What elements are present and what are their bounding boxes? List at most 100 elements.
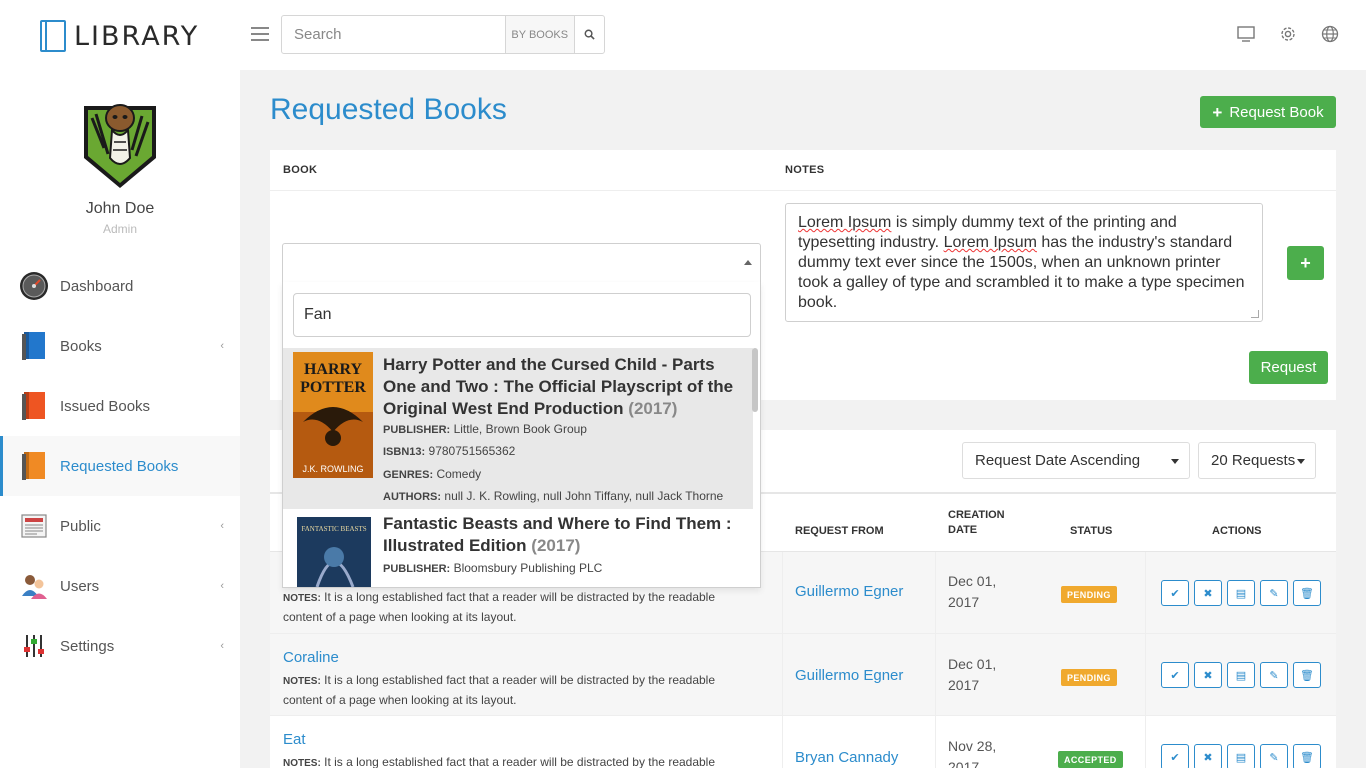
close-icon: ✖ — [1203, 751, 1213, 764]
sidebar-nav: Dashboard Books ‹ Issued Books Requested… — [0, 256, 240, 676]
header-request-from: REQUEST FROM — [795, 525, 884, 537]
table-row: Eat NOTES: It is a long established fact… — [270, 716, 1336, 768]
search-scope-button[interactable]: BY BOOKS — [505, 16, 574, 53]
book-select-dropdown: Fan HARRY POTTER J.K. ROWLING Harry Pott… — [282, 282, 761, 588]
accept-button[interactable]: ✔ — [1161, 662, 1189, 688]
book-icon: ▤ — [1235, 669, 1247, 682]
monitor-icon[interactable] — [1236, 24, 1256, 44]
option-authors: AUTHORS: null J. K. Rowling, null John T… — [383, 489, 724, 503]
sidebar-item-requested-books[interactable]: Requested Books — [0, 436, 240, 496]
dropdown-option[interactable]: HARRY POTTER J.K. ROWLING Harry Potter a… — [283, 348, 753, 509]
reject-button[interactable]: ✖ — [1194, 662, 1222, 688]
book-icon: ▤ — [1235, 751, 1247, 764]
issue-button[interactable]: ▤ — [1227, 662, 1255, 688]
plus-icon: + — [1300, 252, 1311, 273]
globe-icon[interactable] — [1320, 24, 1340, 44]
creation-date: Dec 01, 2017 — [948, 573, 997, 610]
trash-icon: 🗑 — [1300, 587, 1314, 600]
creation-date: Dec 01, 2017 — [948, 656, 997, 693]
svg-text:FANTASTIC BEASTS: FANTASTIC BEASTS — [301, 525, 366, 533]
sidebar-item-users[interactable]: Users ‹ — [0, 556, 240, 616]
caret-up-icon — [744, 260, 752, 265]
book-logo-icon — [40, 20, 66, 52]
option-title: Harry Potter and the Cursed Child - Part… — [383, 355, 734, 418]
red-book-icon — [19, 391, 49, 421]
book-notes: NOTES: It is a long established fact tha… — [283, 755, 716, 768]
book-cover-image: FANTASTIC BEASTS — [297, 517, 371, 587]
sidebar-item-label: Users — [60, 577, 100, 595]
gear-icon[interactable] — [1278, 24, 1298, 44]
search-button[interactable] — [573, 16, 604, 53]
top-bar: LIBRARY BY BOOKS — [0, 0, 1366, 70]
chevron-left-icon: ‹ — [220, 580, 224, 592]
trash-icon: 🗑 — [1300, 751, 1314, 764]
delete-button[interactable]: 🗑 — [1293, 744, 1321, 768]
sidebar-item-books[interactable]: Books ‹ — [0, 316, 240, 376]
sort-select-value: Request Date Ascending — [975, 452, 1141, 469]
accept-button[interactable]: ✔ — [1161, 580, 1189, 606]
request-book-button[interactable]: + Request Book — [1200, 96, 1336, 128]
delete-button[interactable]: 🗑 — [1293, 580, 1321, 606]
issue-button[interactable]: ▤ — [1227, 580, 1255, 606]
sidebar-item-label: Dashboard — [60, 277, 134, 295]
sidebar-item-label: Public — [60, 517, 101, 535]
book-select[interactable] — [282, 243, 761, 283]
add-button[interactable]: + — [1287, 246, 1324, 280]
sidebar-item-settings[interactable]: Settings ‹ — [0, 616, 240, 676]
edit-button[interactable]: ✎ — [1260, 580, 1288, 606]
sidebar-item-public[interactable]: Public ‹ — [0, 496, 240, 556]
request-from-link[interactable]: Bryan Cannady — [795, 749, 898, 766]
svg-text:POTTER: POTTER — [300, 379, 366, 396]
book-title-link[interactable]: Coraline — [283, 649, 339, 666]
status-badge: ACCEPTED — [1058, 751, 1123, 768]
svg-text:HARRY: HARRY — [304, 361, 363, 378]
option-isbn: ISBN13: 9780751565362 — [383, 444, 516, 458]
request-book-label: Request Book — [1229, 103, 1324, 121]
page-title: Requested Books — [270, 93, 507, 126]
search-group: BY BOOKS — [281, 15, 605, 54]
option-publisher: PUBLISHER: Bloomsbury Publishing PLC — [383, 561, 603, 575]
book-cover-image: HARRY POTTER J.K. ROWLING — [293, 352, 373, 478]
request-from-link[interactable]: Guillermo Egner — [795, 667, 903, 684]
sidebar-item-issued-books[interactable]: Issued Books — [0, 376, 240, 436]
sidebar-item-label: Books — [60, 337, 102, 355]
chevron-left-icon: ‹ — [220, 520, 224, 532]
sidebar-item-dashboard[interactable]: Dashboard — [0, 256, 240, 316]
request-button[interactable]: Request — [1249, 351, 1328, 384]
search-icon — [584, 29, 595, 40]
issue-button[interactable]: ▤ — [1227, 744, 1255, 768]
page-size-select[interactable]: 20 Requests — [1198, 442, 1316, 479]
user-name: John Doe — [85, 200, 155, 217]
notes-textarea[interactable]: Lorem Ipsum is simply dummy text of the … — [785, 203, 1263, 322]
search-input[interactable] — [282, 16, 505, 53]
edit-button[interactable]: ✎ — [1260, 744, 1288, 768]
app-logo[interactable]: LIBRARY — [40, 20, 199, 52]
edit-button[interactable]: ✎ — [1260, 662, 1288, 688]
user-role: Admin — [102, 222, 137, 236]
notes-text: Lorem Ipsum is simply dummy text of the … — [798, 214, 1245, 311]
reject-button[interactable]: ✖ — [1194, 744, 1222, 768]
status-badge: PENDING — [1061, 586, 1117, 603]
resize-handle-icon[interactable] — [1251, 310, 1259, 318]
close-icon: ✖ — [1203, 669, 1213, 682]
newspaper-icon — [19, 511, 49, 541]
accept-button[interactable]: ✔ — [1161, 744, 1189, 768]
delete-button[interactable]: 🗑 — [1293, 662, 1321, 688]
book-column-header: BOOK — [283, 164, 318, 176]
sidebar-item-label: Issued Books — [60, 397, 151, 415]
dropdown-scrollbar[interactable] — [752, 348, 758, 412]
chevron-left-icon: ‹ — [220, 640, 224, 652]
logo-text: LIBRARY — [74, 20, 200, 52]
book-title-link[interactable]: Eat — [283, 731, 306, 748]
menu-toggle-icon[interactable] — [251, 27, 269, 41]
avatar[interactable] — [82, 98, 158, 190]
request-from-link[interactable]: Guillermo Egner — [795, 583, 903, 600]
sliders-icon — [19, 631, 49, 661]
orange-book-icon — [19, 451, 49, 481]
dropdown-search-input[interactable]: Fan — [293, 293, 751, 337]
sort-select[interactable]: Request Date Ascending — [962, 442, 1190, 479]
plus-icon: + — [1212, 102, 1223, 122]
reject-button[interactable]: ✖ — [1194, 580, 1222, 606]
close-icon: ✖ — [1203, 587, 1213, 600]
dropdown-option[interactable]: FANTASTIC BEASTS Fantastic Beasts and Wh… — [283, 509, 753, 587]
